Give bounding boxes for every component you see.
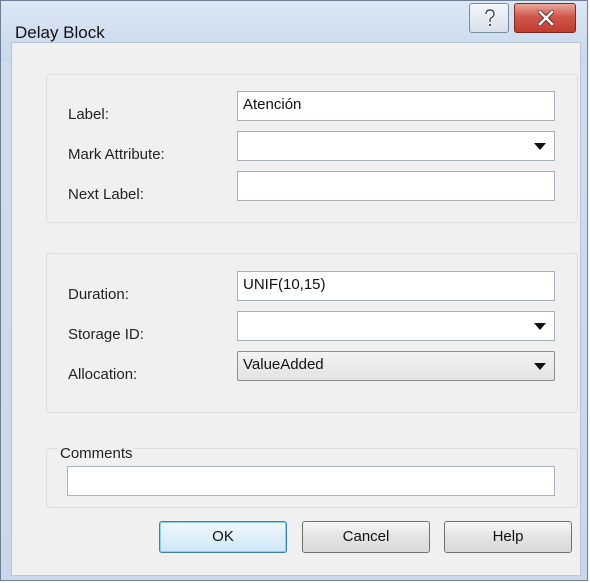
next-label-caption: Next Label: xyxy=(68,186,144,203)
mark-attribute-combo[interactable] xyxy=(237,131,555,161)
label-caption: Label: xyxy=(68,106,109,123)
window-title: Delay Block xyxy=(15,23,105,42)
comments-input[interactable] xyxy=(67,466,555,496)
cancel-button[interactable]: Cancel xyxy=(302,521,430,553)
duration-input[interactable]: UNIF(10,15) xyxy=(237,271,555,301)
comments-legend: Comments xyxy=(58,445,135,462)
label-input[interactable]: Atención xyxy=(237,91,555,121)
close-x-icon xyxy=(538,10,554,26)
help-button[interactable]: Help xyxy=(444,521,572,553)
next-label-input[interactable] xyxy=(237,171,555,201)
allocation-caption: Allocation: xyxy=(68,366,138,383)
chevron-down-icon xyxy=(534,143,546,150)
storage-id-caption: Storage ID: xyxy=(68,326,144,343)
duration-caption: Duration: xyxy=(68,286,129,303)
allocation-combo[interactable]: ValueAdded xyxy=(237,351,555,381)
allocation-value: ValueAdded xyxy=(243,356,324,373)
question-icon xyxy=(484,8,496,27)
storage-id-combo[interactable] xyxy=(237,311,555,341)
chevron-down-icon xyxy=(534,323,546,330)
mark-attribute-caption: Mark Attribute: xyxy=(68,146,165,163)
ok-button[interactable]: OK xyxy=(159,521,287,553)
titlebar-help-button[interactable] xyxy=(469,3,509,33)
chevron-down-icon xyxy=(534,363,546,370)
dialog-client-area: Label: Atención Mark Attribute: Next Lab… xyxy=(11,42,581,576)
titlebar-close-button[interactable] xyxy=(514,3,576,33)
delay-block-dialog: Delay Block Label: Atención Mark Attribu… xyxy=(0,0,588,581)
